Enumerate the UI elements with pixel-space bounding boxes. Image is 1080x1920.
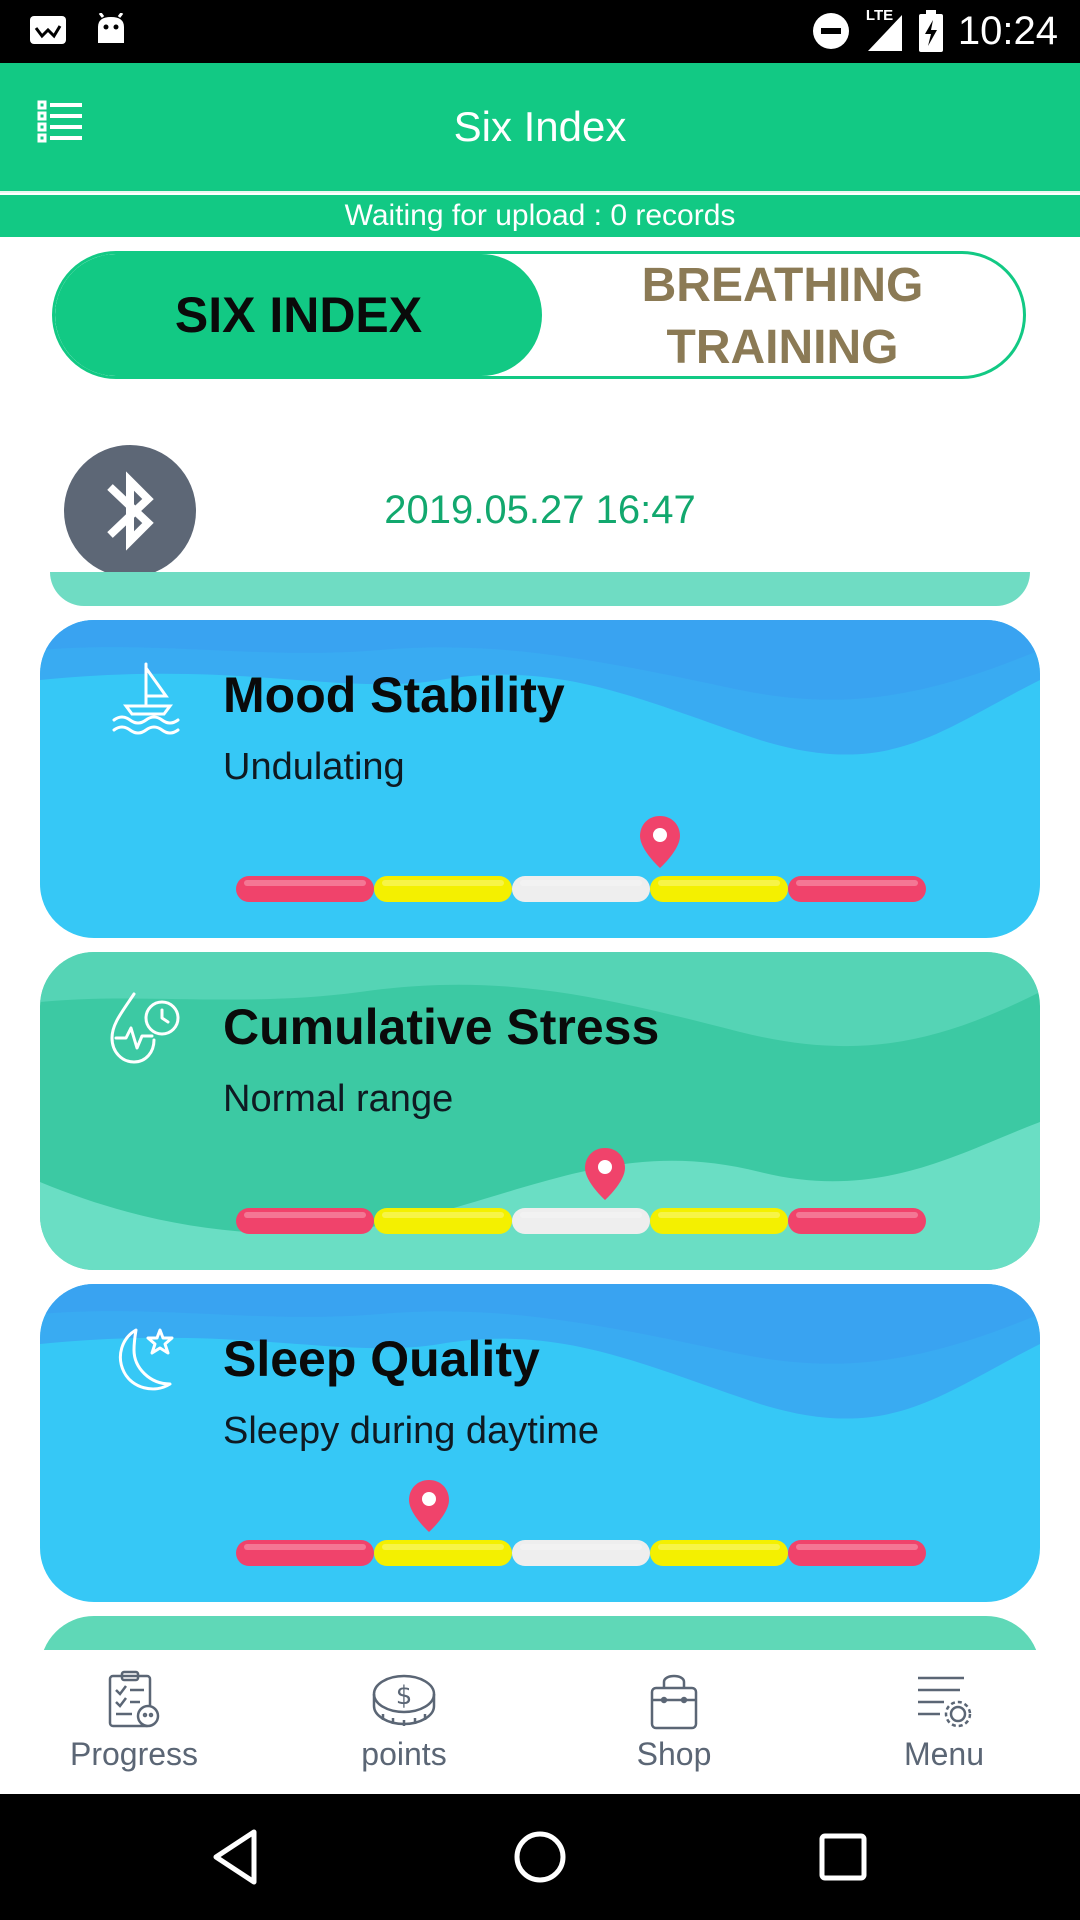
index-card-sleep-quality[interactable]: Sleep Quality Sleepy during daytime	[40, 1284, 1040, 1602]
tab-six-index[interactable]: SIX INDEX	[55, 254, 542, 376]
index-card-mood-stability[interactable]: Mood Stability Undulating	[40, 620, 1040, 938]
location-marker-icon	[640, 816, 681, 868]
nav-item-progress[interactable]: Progress	[24, 1670, 244, 1773]
scale-segment-red	[236, 876, 374, 902]
scale-segment-red	[236, 1540, 374, 1566]
index-scale	[236, 816, 926, 902]
card-peek-top	[50, 572, 1030, 606]
scale-segment-white	[512, 1540, 650, 1566]
app-bar-divider	[0, 191, 1080, 193]
index-scale	[236, 1148, 926, 1234]
card-title: Mood Stability	[223, 667, 565, 723]
nav-label: Progress	[69, 1736, 199, 1772]
upload-status-banner: Waiting for upload : 0 records	[0, 195, 1080, 237]
android-notification-icon	[98, 13, 124, 43]
recents-icon[interactable]	[810, 1824, 876, 1890]
svg-text:$: $	[396, 1681, 413, 1711]
nav-item-points[interactable]: $ points	[294, 1670, 514, 1773]
scale-segment-yellow	[650, 1208, 788, 1234]
location-marker-icon	[585, 1148, 626, 1200]
status-bar: LTE 10:24	[0, 0, 1080, 63]
scale-segment-white	[512, 1208, 650, 1234]
location-marker-icon	[409, 1480, 450, 1532]
stress-heartbeat-icon	[110, 992, 180, 1064]
tab-breathing-training[interactable]: BREATHING TRAINING	[542, 254, 1023, 376]
scale-segment-yellow	[374, 1208, 512, 1234]
lte-signal-icon: LTE	[864, 7, 904, 53]
segmented-tabs: SIX INDEX BREATHING TRAINING	[52, 251, 1026, 379]
scale-segment-red	[788, 1540, 926, 1566]
do-not-disturb-icon	[812, 13, 849, 49]
tab-six-index-label: SIX INDEX	[174, 287, 423, 343]
scale-segment-yellow	[650, 1540, 788, 1566]
coins-icon: $	[372, 1674, 436, 1726]
index-card-cumulative-stress[interactable]: Cumulative Stress Normal range	[40, 952, 1040, 1270]
page-title: Six Index	[453, 103, 627, 150]
settings-menu-icon	[918, 1676, 972, 1728]
shopping-bag-icon	[650, 1674, 698, 1730]
scale-segment-red	[788, 1208, 926, 1234]
status-notifications	[28, 12, 126, 48]
sailboat-icon	[112, 662, 180, 735]
battery-charging-icon	[918, 10, 943, 52]
screen: LTE 10:24 Six Index Waiting for upload:…	[0, 0, 1080, 1920]
bluetooth-icon	[107, 471, 154, 551]
card-status: Normal range	[223, 1078, 454, 1120]
scale-segment-red	[788, 876, 926, 902]
scale-segment-yellow	[374, 1540, 512, 1566]
progress-clipboard-icon	[108, 1670, 160, 1728]
status-time: 10:24	[957, 9, 1058, 53]
card-status: Undulating	[223, 746, 405, 788]
nav-item-shop[interactable]: Shop	[564, 1670, 784, 1773]
status-indicators: LTE 10:24	[812, 6, 1058, 56]
scale-segment-red	[236, 1208, 374, 1234]
scale-segment-yellow	[374, 876, 512, 902]
back-icon[interactable]	[204, 1824, 270, 1890]
moon-star-icon	[119, 1328, 174, 1391]
gallery-notification-icon	[30, 16, 66, 44]
bottom-navigation: Progress $ points Shop Menu	[0, 1650, 1080, 1794]
tab-breathing-label-line1: BREATHING	[641, 259, 924, 312]
scale-segment-yellow	[650, 876, 788, 902]
home-icon[interactable]	[507, 1824, 573, 1890]
network-label: LTE	[865, 7, 894, 24]
nav-item-menu[interactable]: Menu	[834, 1670, 1054, 1773]
system-navigation-bar	[0, 1794, 1080, 1920]
app-bar: Six Index	[0, 63, 1080, 193]
card-title: Sleep Quality	[223, 1331, 540, 1387]
tab-breathing-label-line2: TRAINING	[666, 321, 899, 374]
card-title: Cumulative Stress	[223, 999, 660, 1055]
scale-segment-white	[512, 876, 650, 902]
measurement-timestamp: 2019.05.27 16:47	[384, 488, 696, 532]
nav-label: Shop	[636, 1736, 712, 1772]
nav-label: points	[361, 1736, 447, 1772]
index-scale	[236, 1480, 926, 1566]
bluetooth-button[interactable]	[64, 445, 196, 577]
nav-label: Menu	[903, 1736, 985, 1772]
card-status: Sleepy during daytime	[223, 1410, 599, 1452]
